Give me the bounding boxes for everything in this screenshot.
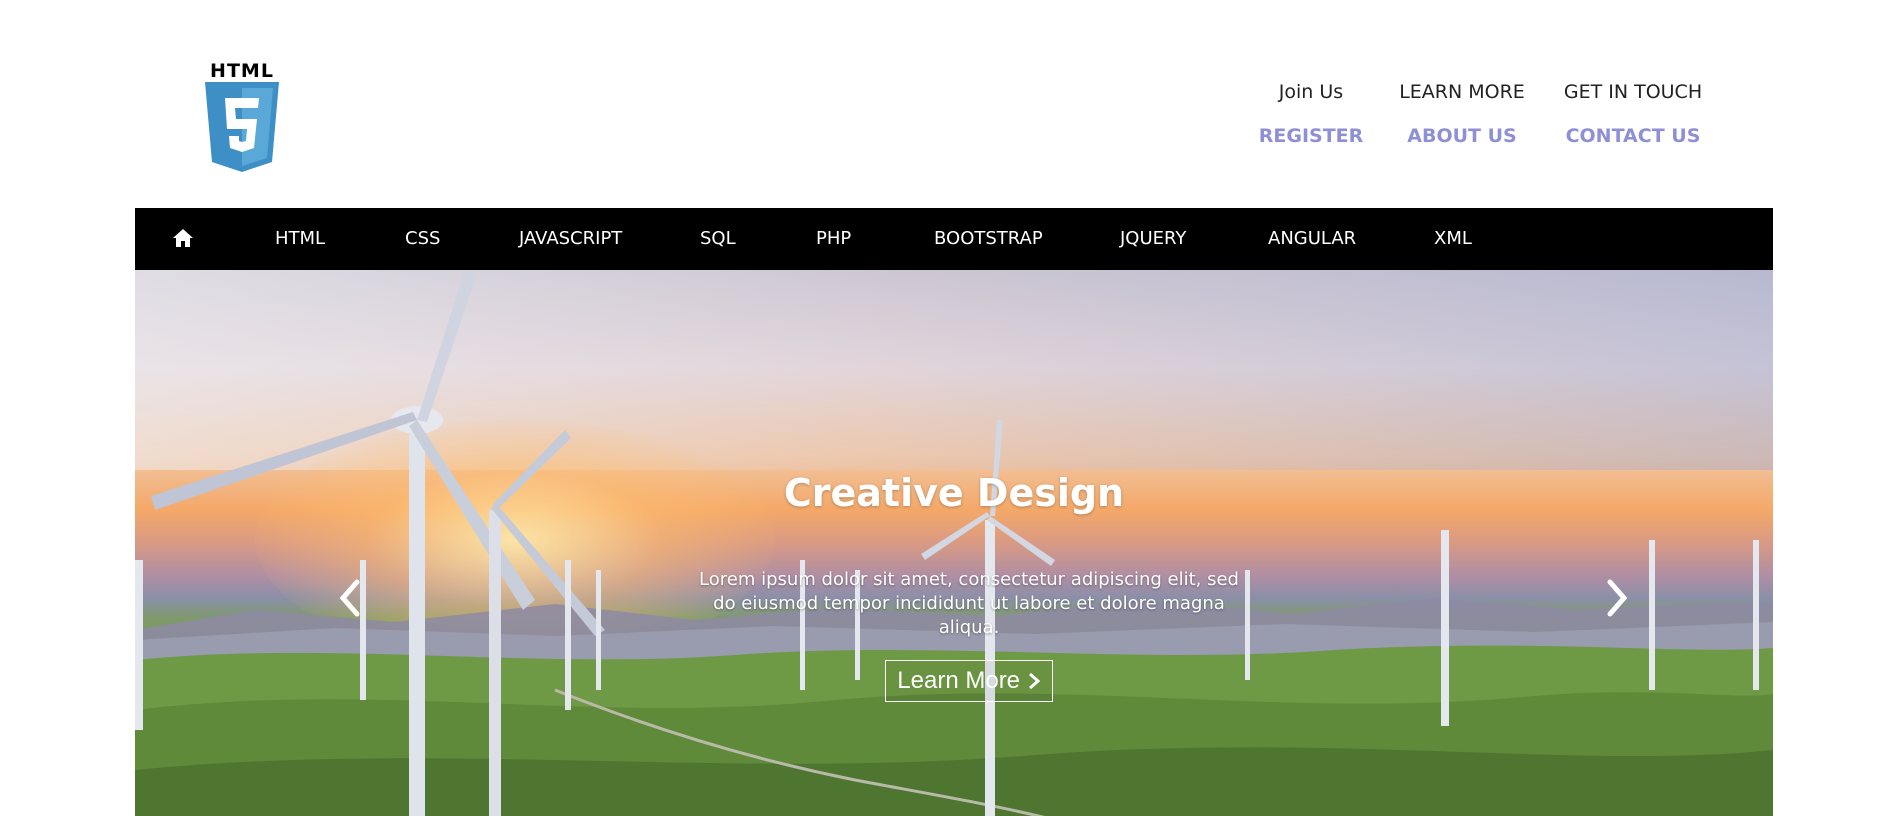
- nav-item-php[interactable]: PHP: [816, 208, 851, 270]
- home-icon[interactable]: [171, 226, 195, 250]
- site-header: HTML Join Us REGISTER LEARN MORE ABOUT U…: [0, 0, 1899, 208]
- main-nav: HTML CSS JAVASCRIPT SQL PHP BOOTSTRAP JQ…: [135, 208, 1773, 270]
- top-links: Join Us REGISTER LEARN MORE ABOUT US GET…: [0, 80, 1899, 160]
- hero-description: Lorem ipsum dolor sit amet, consectetur …: [699, 569, 1239, 638]
- nav-item-xml[interactable]: XML: [1434, 208, 1472, 270]
- top-link-register[interactable]: Join Us REGISTER: [1231, 80, 1391, 148]
- nav-item-javascript[interactable]: JAVASCRIPT: [519, 208, 622, 270]
- nav-item-css[interactable]: CSS: [405, 208, 440, 270]
- nav-item-jquery[interactable]: JQUERY: [1120, 208, 1186, 270]
- hero-carousel: Creative Design Lorem ipsum dolor sit am…: [135, 270, 1773, 816]
- carousel-next-button[interactable]: [1602, 578, 1632, 618]
- logo-text: HTML: [210, 60, 274, 82]
- wind-turbines: [135, 270, 1759, 816]
- hero-title: Creative Design: [783, 471, 1125, 515]
- carousel-prev-button[interactable]: [335, 578, 365, 618]
- top-link-contact[interactable]: GET IN TOUCH CONTACT US: [1553, 80, 1713, 148]
- top-link-sub: Join Us: [1278, 81, 1344, 103]
- nav-item-sql[interactable]: SQL: [700, 208, 736, 270]
- contact-us-link[interactable]: CONTACT US: [1553, 124, 1713, 148]
- top-link-about[interactable]: LEARN MORE ABOUT US: [1382, 80, 1542, 148]
- nav-item-angular[interactable]: ANGULAR: [1268, 208, 1356, 270]
- top-link-sub: GET IN TOUCH: [1563, 81, 1703, 103]
- chevron-right-icon: [1028, 672, 1040, 690]
- nav-item-bootstrap[interactable]: BOOTSTRAP: [934, 208, 1043, 270]
- learn-more-label: Learn More: [897, 667, 1021, 694]
- learn-more-button[interactable]: Learn More: [885, 660, 1053, 702]
- about-us-link[interactable]: ABOUT US: [1382, 124, 1542, 148]
- nav-item-html[interactable]: HTML: [275, 208, 325, 270]
- register-link[interactable]: REGISTER: [1231, 124, 1391, 148]
- top-link-sub: LEARN MORE: [1399, 81, 1525, 103]
